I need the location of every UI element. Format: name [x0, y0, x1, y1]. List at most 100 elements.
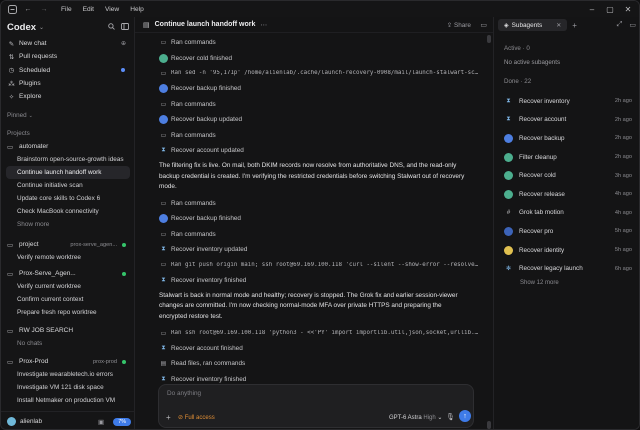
chat-icon: ▤: [143, 21, 150, 29]
project-header[interactable]: ▭ Prox-Serve_Agen...: [1, 267, 135, 280]
nav-new-chat[interactable]: ✎ New chat ⊕: [1, 37, 135, 50]
nav-plugins[interactable]: ⁂ Plugins: [1, 77, 135, 90]
pinned-label: Pinned: [7, 112, 27, 119]
sidebar-toggle-icon[interactable]: [121, 22, 129, 32]
thread-item[interactable]: Verify current worktree: [1, 280, 135, 293]
message-feed: ▭ Ran commands Recover cold finished ▭ Ran s…: [159, 35, 479, 387]
activity-item[interactable]: ▭ Ran commands: [159, 97, 479, 112]
add-tab-icon[interactable]: +: [572, 21, 577, 30]
activity-item[interactable]: ▭ Ran commands: [159, 226, 479, 241]
thread-item[interactable]: Continue initiative scan: [1, 179, 135, 192]
panel-icon[interactable]: ▭: [629, 21, 636, 29]
subagent-time: 3h ago: [614, 172, 632, 179]
thread-item[interactable]: Investigate wearabletech.io errors: [1, 368, 135, 381]
send-button[interactable]: ↑: [459, 410, 471, 422]
subagent-item[interactable]: Recover release 4h ago: [504, 185, 634, 204]
thread-item[interactable]: Verify remote worktree: [1, 251, 135, 264]
thread-item[interactable]: Investigate VM 121 disk space: [1, 381, 135, 394]
project-header[interactable]: ▭ automater: [1, 140, 135, 153]
composer[interactable]: Do anything + ⊘ Full access GPT-6 Astra …: [158, 384, 474, 428]
share-button[interactable]: ⇪ Share: [447, 21, 471, 29]
show-more-link[interactable]: Show 12 more: [520, 280, 559, 286]
avatar[interactable]: [7, 417, 16, 426]
subagent-item[interactable]: ⧗ Recover account 2h ago: [504, 111, 634, 130]
activity-text: Recover backup finished: [171, 215, 241, 223]
thread-item[interactable]: Prepare fresh repo worktree: [1, 306, 135, 319]
activity-item[interactable]: ▭ Ran commands: [159, 196, 479, 211]
subagent-item[interactable]: Recover pro 5h ago: [504, 222, 634, 241]
activity-item[interactable]: ⧗ Recover account updated: [159, 143, 479, 158]
folder-icon: ▭: [7, 241, 14, 249]
prompt-input[interactable]: Do anything: [167, 390, 201, 397]
thread-item[interactable]: Check MacBook connectivity: [1, 205, 135, 218]
nav-scheduled[interactable]: ◷ Scheduled: [1, 64, 135, 77]
activity-text: Ran commands: [171, 100, 216, 108]
expand-icon[interactable]: ⤢: [617, 21, 623, 29]
panel-toggle-icon[interactable]: ▭: [480, 21, 487, 29]
activity-item[interactable]: ▭ Ran commands: [159, 127, 479, 142]
maximize-icon[interactable]: ▢: [601, 2, 619, 16]
scrollbar[interactable]: [487, 35, 491, 429]
subagent-item[interactable]: ⧗ Recover inventory 2h ago: [504, 92, 634, 111]
activity-item[interactable]: ▭ Ran sed -n '95,171p' /home/alienlab/.ca…: [159, 66, 479, 81]
subagent-item[interactable]: Recover cold 3h ago: [504, 166, 634, 185]
thread-item[interactable]: Install Netmaker on production VM: [1, 394, 135, 407]
activity-item[interactable]: ▭ Ran git push origin main; ssh root@69.1…: [159, 257, 479, 272]
thread-item[interactable]: Update core skills to Codex 6: [1, 192, 135, 205]
activity-item[interactable]: ⧗ Recover inventory updated: [159, 242, 479, 257]
settings-icon[interactable]: ▣: [98, 418, 104, 426]
chevron-down-icon[interactable]: ⌄: [39, 24, 44, 31]
activity-item[interactable]: ⧗ Recover account finished: [159, 341, 479, 356]
app-name[interactable]: Codex: [7, 22, 36, 33]
project-header[interactable]: ▭ Prox-Prod prox-prod: [1, 355, 135, 368]
close-icon[interactable]: ✕: [619, 2, 637, 16]
subagent-item[interactable]: Filter cleanup 2h ago: [504, 148, 634, 167]
attach-icon[interactable]: +: [166, 413, 171, 422]
subagent-item[interactable]: # Grok tab motion 4h ago: [504, 204, 634, 223]
menu-edit[interactable]: Edit: [83, 6, 94, 13]
scroll-down[interactable]: [487, 421, 491, 429]
thread-item-active[interactable]: Continue launch handoff work: [6, 166, 130, 179]
activity-item[interactable]: Recover cold finished: [159, 50, 479, 65]
pinned-section[interactable]: Pinned ⌄: [7, 112, 33, 119]
menu-file[interactable]: File: [61, 6, 72, 13]
activity-item[interactable]: ▭ Ran commands: [159, 35, 479, 50]
usage-badge[interactable]: 7%: [113, 417, 131, 426]
thread-item[interactable]: Brainstorm open-source-growth ideas: [1, 153, 135, 166]
model-selector[interactable]: GPT-6 Astra High ⌄: [389, 414, 442, 421]
username[interactable]: alienlab: [20, 418, 42, 425]
tab-subagents[interactable]: ◈ Subagents ✕: [498, 19, 568, 31]
settings-small-icon[interactable]: ⊕: [121, 40, 126, 47]
scroll-up[interactable]: [487, 35, 491, 43]
nav-explore[interactable]: ✧ Explore: [1, 90, 135, 103]
activity-item[interactable]: Recover backup updated: [159, 112, 479, 127]
subagent-time: 2h ago: [614, 154, 632, 161]
status-dot: [122, 271, 126, 276]
agent-blue-icon: [159, 84, 168, 94]
nav-pull-requests[interactable]: ⇅ Pull requests: [1, 50, 135, 63]
forward-icon[interactable]: →: [39, 4, 49, 14]
project-header[interactable]: ▭ RW JOB SEARCH: [1, 324, 135, 337]
search-icon[interactable]: [108, 22, 115, 32]
subagent-item[interactable]: Recover identity 5h ago: [504, 241, 634, 260]
back-icon[interactable]: ←: [23, 4, 33, 14]
assistant-message: The filtering fix is live. On mail, both…: [159, 162, 465, 191]
show-more-link[interactable]: Show more: [1, 218, 135, 231]
access-selector[interactable]: ⊘ Full access: [178, 414, 215, 421]
menu-help[interactable]: Help: [130, 6, 144, 13]
more-options-icon[interactable]: ⋯: [260, 21, 267, 29]
activity-item[interactable]: Recover backup finished: [159, 211, 479, 226]
subagent-item[interactable]: ✻ Recover legacy launch 6h ago: [504, 259, 634, 278]
menu-view[interactable]: View: [105, 6, 119, 13]
mic-icon[interactable]: 🎙︎: [446, 413, 455, 421]
project-header[interactable]: ▭ project prox-serve_agen...: [1, 238, 135, 251]
activity-item[interactable]: Recover backup finished: [159, 81, 479, 96]
activity-item[interactable]: ⧗ Recover inventory finished: [159, 273, 479, 288]
subagent-item[interactable]: Recover backup 2h ago: [504, 129, 634, 148]
activity-item[interactable]: ▤ Read files, ran commands: [159, 356, 479, 371]
thread-item[interactable]: Confirm current context: [1, 293, 135, 306]
minimize-icon[interactable]: –: [583, 2, 601, 16]
activity-item[interactable]: ▭ Ran ssh root@69.169.100.118 'python3 - …: [159, 325, 479, 340]
close-tab-icon[interactable]: ✕: [556, 22, 561, 29]
hourglass-icon: ⧗: [161, 375, 166, 382]
